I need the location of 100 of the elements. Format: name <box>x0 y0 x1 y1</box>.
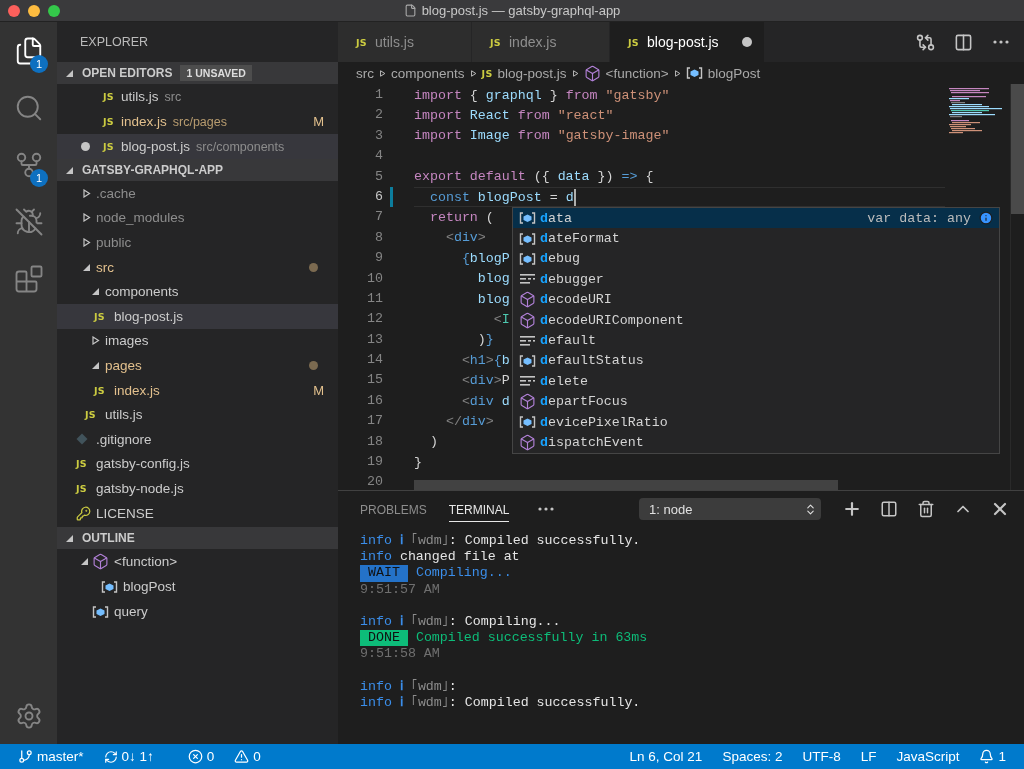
folder-item[interactable]: node_modules <box>57 205 338 231</box>
section-header[interactable]: GATSBY-GRAPHQL-APP <box>57 159 338 181</box>
line-number: 5 <box>374 167 384 186</box>
vertical-scrollbar[interactable] <box>1011 84 1024 214</box>
error-icon <box>187 749 203 764</box>
key-icon <box>76 505 91 521</box>
terminal-text: info changed file at <box>360 549 520 566</box>
suggestion-item[interactable]: defaultStatus <box>513 350 999 372</box>
panel-tab[interactable]: TERMINAL <box>448 496 510 522</box>
line-number: 8 <box>374 228 384 247</box>
suggestion-item[interactable]: dateFormat <box>513 228 999 249</box>
outline-item[interactable]: <function> <box>57 549 338 575</box>
language-status[interactable]: JavaScript <box>888 744 968 769</box>
expanded-twistie-icon[interactable] <box>65 533 74 543</box>
line-number: 16 <box>366 391 384 410</box>
editor-tab[interactable]: JS utils.js <box>338 22 472 62</box>
suggestion-item[interactable]: decodeURI <box>513 289 999 310</box>
collapsed-twistie-icon[interactable] <box>81 188 91 198</box>
collapsed-twistie-icon[interactable] <box>81 213 91 223</box>
open-editor-item[interactable]: JS blog-post.js src/components <box>57 134 338 159</box>
collapsed-twistie-icon[interactable] <box>81 238 91 247</box>
breadcrumb-item[interactable]: blogPost <box>685 65 761 81</box>
encoding-status[interactable]: UTF-8 <box>794 744 849 769</box>
expanded-twistie-icon[interactable] <box>65 165 74 175</box>
files-view-button[interactable]: 1 <box>0 22 57 79</box>
folder-item[interactable]: public <box>57 230 338 255</box>
notifications-status[interactable]: 1 <box>971 744 1014 769</box>
file-item[interactable]: JS blog-post.js <box>57 303 338 329</box>
code-line: blog <box>476 271 510 287</box>
expanded-twistie-icon[interactable] <box>81 262 91 272</box>
breadcrumb-item[interactable]: src <box>356 65 374 81</box>
variable-icon <box>519 353 536 368</box>
expanded-twistie-icon[interactable] <box>90 287 100 297</box>
close-window-button[interactable] <box>8 5 20 17</box>
folder-item[interactable]: src <box>57 254 338 280</box>
collapsed-twistie-icon[interactable] <box>90 336 100 346</box>
horizontal-scrollbar[interactable] <box>414 480 838 490</box>
code-line: import React from "react" <box>414 108 614 124</box>
source-control-view-button[interactable]: 1 <box>0 136 57 193</box>
eol-status[interactable]: LF <box>852 744 885 769</box>
info-icon[interactable] <box>979 211 993 226</box>
suggestion-item[interactable]: delete <box>513 371 999 392</box>
indent-status[interactable]: Spaces: 2 <box>714 744 791 769</box>
open-editor-item[interactable]: JS index.js src/pages M <box>57 109 338 134</box>
expanded-twistie-icon[interactable] <box>90 360 100 370</box>
file-item[interactable]: JS gatsby-node.js <box>57 476 338 501</box>
collapsed-twistie-icon[interactable] <box>469 68 477 78</box>
line-number: 6 <box>338 186 414 208</box>
minimize-window-button[interactable] <box>28 5 40 17</box>
js-file-icon: JS <box>628 36 639 48</box>
code-line: export default ({ data }) => { <box>414 169 654 185</box>
folder-item[interactable]: .cache <box>57 181 338 206</box>
branch-icon <box>18 749 33 764</box>
expanded-twistie-icon[interactable] <box>79 557 89 567</box>
expanded-twistie-icon[interactable] <box>65 68 74 78</box>
line-number: 12 <box>366 310 384 329</box>
breadcrumb-item[interactable]: <function> <box>583 64 669 82</box>
open-editor-item[interactable]: JS utils.js src <box>57 84 338 109</box>
suggestion-item[interactable]: default <box>513 330 999 351</box>
panel-tab[interactable]: PROBLEMS <box>360 496 427 522</box>
line-number: 13 <box>366 330 384 349</box>
file-item[interactable]: JS utils.js <box>57 402 338 427</box>
editor-tab[interactable]: JS blog-post.js <box>610 22 765 62</box>
breadcrumb-item[interactable]: components <box>391 65 465 81</box>
breadcrumb-item[interactable]: JS blog-post.js <box>481 65 567 81</box>
cube-icon <box>519 311 536 329</box>
section-header[interactable]: OPEN EDITORS 1 UNSAVED <box>57 62 338 84</box>
outline-item[interactable]: blogPost <box>57 574 338 600</box>
collapsed-twistie-icon[interactable] <box>673 68 681 78</box>
file-item[interactable]: LICENSE <box>57 500 338 526</box>
errors-status[interactable]: 0 <box>179 744 223 769</box>
js-file-icon: JS <box>103 116 114 127</box>
bug-icon <box>13 206 44 237</box>
suggestion-item[interactable]: decodeURIComponent <box>513 309 999 331</box>
code-line: blog <box>476 291 510 307</box>
terminal-select[interactable]: 1: node <box>639 498 821 520</box>
suggestion-item[interactable]: debug <box>513 248 999 270</box>
editor-tab[interactable]: JS index.js <box>472 22 610 62</box>
suggestion-item[interactable]: departFocus <box>513 391 999 412</box>
file-item[interactable]: JS index.js M <box>57 377 338 403</box>
branch-status[interactable]: master* <box>10 744 92 769</box>
suggestion-item[interactable]: data var data: any <box>513 208 999 229</box>
line-number: 2 <box>374 106 384 125</box>
suggestion-item[interactable]: debugger <box>513 269 999 290</box>
compare-icon <box>915 32 935 52</box>
folder-item[interactable]: images <box>57 328 338 354</box>
suggestion-item[interactable]: dispatchEvent <box>513 432 999 453</box>
file-item[interactable]: JS gatsby-config.js <box>57 451 338 477</box>
collapsed-twistie-icon[interactable] <box>571 68 579 78</box>
zoom-window-button[interactable] <box>48 5 60 17</box>
collapsed-twistie-icon[interactable] <box>379 68 386 78</box>
suggestion-item[interactable]: devicePixelRatio <box>513 411 999 433</box>
sync-status[interactable]: 0↓ 1↑ <box>95 744 162 769</box>
section-header[interactable]: OUTLINE <box>57 527 338 550</box>
folder-item[interactable]: components <box>57 279 338 304</box>
folder-item[interactable]: pages <box>57 353 338 378</box>
warnings-status[interactable]: 0 <box>226 744 269 769</box>
file-item[interactable]: .gitignore <box>57 426 338 452</box>
position-status[interactable]: Ln 6, Col 21 <box>621 744 711 769</box>
outline-item[interactable]: query <box>57 599 338 625</box>
